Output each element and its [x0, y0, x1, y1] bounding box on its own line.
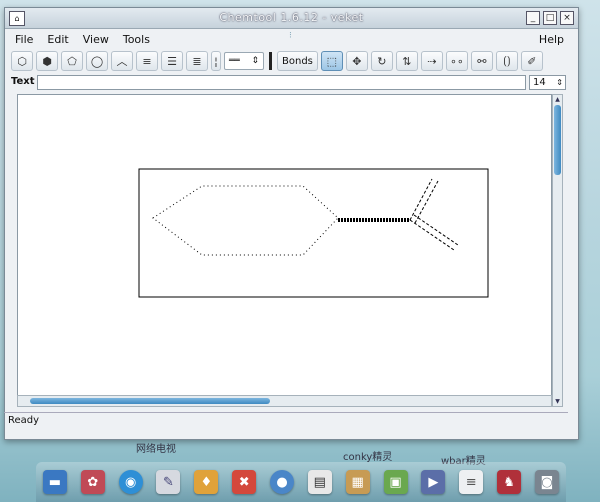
horizontal-scrollbar[interactable]: [17, 395, 552, 407]
double-line-icon: ══: [229, 56, 240, 66]
notes-icon[interactable]: ≡: [459, 470, 484, 494]
package-icon[interactable]: ▦: [345, 470, 370, 494]
status-bar: Ready: [4, 412, 568, 429]
menu-tools[interactable]: Tools: [123, 33, 150, 46]
media-player-icon[interactable]: ▶: [421, 470, 446, 494]
scroll-up-icon[interactable]: ▲: [554, 96, 561, 103]
pentagon-icon[interactable]: ⬠: [61, 51, 83, 71]
arrow-icon[interactable]: ⇢: [420, 51, 443, 71]
menu-view[interactable]: View: [83, 33, 109, 46]
horizontal-scroll-thumb[interactable]: [30, 398, 270, 404]
desktop-label-conky[interactable]: conky精灵: [343, 448, 392, 463]
atoms-icon[interactable]: ∘∘: [445, 51, 468, 71]
select-icon[interactable]: ⬚: [320, 51, 343, 71]
bond-style-select[interactable]: ══ ⇕: [224, 52, 264, 70]
link-icon[interactable]: ⚯: [470, 51, 493, 71]
subscript-icon[interactable]: ¦: [211, 51, 221, 71]
molecule-drawing: [138, 168, 489, 298]
rotate-icon[interactable]: ↻: [370, 51, 393, 71]
window-controls: _ □ ×: [526, 11, 574, 25]
selection-box: [138, 168, 489, 298]
chevron-updown-icon: ⇕: [251, 56, 259, 66]
hexagon-flat-icon[interactable]: ⬡: [11, 51, 33, 71]
font-size-value: 14: [533, 77, 546, 88]
bonds-button[interactable]: Bonds: [277, 51, 318, 71]
image-viewer-icon[interactable]: ▣: [383, 470, 408, 494]
font-size-select[interactable]: 14 ⇕: [529, 75, 566, 90]
hexagon-icon[interactable]: ⬢: [36, 51, 58, 71]
align-center-icon[interactable]: ☰: [161, 51, 183, 71]
menubar-handle-icon: ⁝: [289, 31, 292, 41]
torch-icon[interactable]: ♦: [194, 470, 219, 494]
maximize-icon[interactable]: □: [543, 11, 557, 25]
double-bond-down-a: [409, 219, 455, 251]
desktop-label-tv[interactable]: 网络电视: [136, 440, 176, 455]
align-right-icon[interactable]: ≣: [186, 51, 208, 71]
browser-icon[interactable]: ◉: [118, 470, 143, 494]
disk-icon[interactable]: ●: [269, 470, 294, 494]
menu-bar: File Edit View Tools ⁝ Help: [5, 29, 578, 49]
text-row: Text : 14 ⇕: [5, 73, 578, 93]
double-bond-up-a: [409, 178, 433, 221]
folder-icon[interactable]: ▬: [42, 470, 67, 494]
drawing-canvas[interactable]: [17, 94, 552, 407]
text-input[interactable]: [37, 75, 526, 90]
move-icon[interactable]: ✥: [345, 51, 368, 71]
vertical-scrollbar[interactable]: ▲ ▼: [552, 94, 563, 407]
menu-file[interactable]: File: [15, 33, 33, 46]
toolbar: ⬡ ⬢ ⬠ ◯ ︿ ≡ ☰ ≣ ¦ ══ ⇕ Bonds ⬚ ✥ ↻ ⇅ ⇢ ∘…: [5, 49, 578, 73]
align-left-icon[interactable]: ≡: [136, 51, 158, 71]
close-icon[interactable]: ×: [560, 11, 574, 25]
title-bar[interactable]: ⌂ Chemtool 1.6.12 - veket _ □ ×: [5, 8, 578, 29]
chain-icon[interactable]: ︿: [111, 51, 133, 71]
double-bond-down-b: [413, 214, 459, 246]
minimize-icon[interactable]: _: [526, 11, 540, 25]
chess-icon[interactable]: ♞: [497, 470, 522, 494]
menu-help[interactable]: Help: [539, 33, 564, 46]
document-icon[interactable]: ▤: [307, 470, 332, 494]
flip-icon[interactable]: ⇅: [395, 51, 418, 71]
bracket-icon[interactable]: ⟮⟯: [495, 51, 518, 71]
circle-ring-icon[interactable]: ◯: [86, 51, 108, 71]
toolbar-separator: [269, 52, 272, 70]
photo-icon[interactable]: ✿: [80, 470, 105, 494]
dock: ▬ ✿ ◉ ✎ ♦ ✖ ● ▤ ▦ ▣ ▶ ≡ ♞ ◙: [36, 462, 566, 502]
paint-icon[interactable]: ✎: [156, 470, 181, 494]
erase-icon[interactable]: ✐: [520, 51, 543, 71]
tools-icon[interactable]: ✖: [232, 470, 257, 494]
chevron-updown-icon: ⇕: [556, 78, 563, 87]
menu-edit[interactable]: Edit: [47, 33, 68, 46]
vertical-scroll-thumb[interactable]: [554, 105, 561, 175]
benzene-ring: [152, 185, 339, 256]
camera-icon[interactable]: ◙: [534, 470, 559, 494]
scroll-down-icon[interactable]: ▼: [554, 398, 561, 405]
window-title: Chemtool 1.6.12 - veket: [219, 11, 364, 24]
double-bond-up-b: [414, 180, 439, 224]
